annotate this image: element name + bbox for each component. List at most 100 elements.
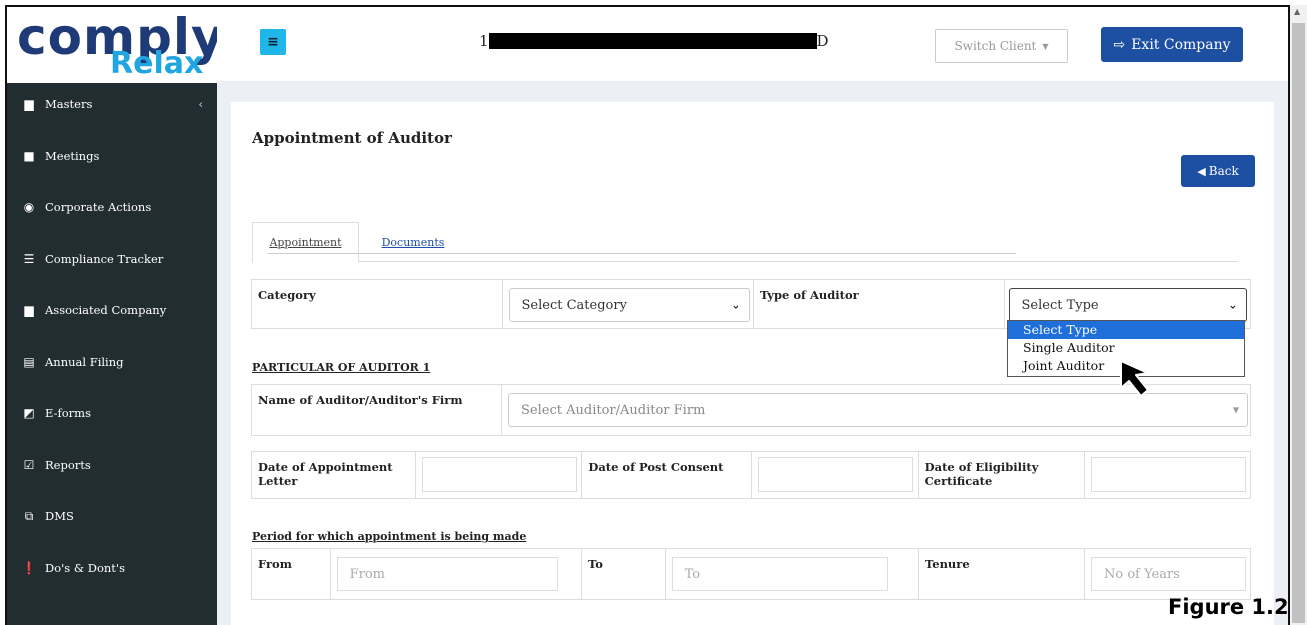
auditor-name-row: Name of Auditor/Auditor's Firm Select Au… — [251, 384, 1251, 436]
sidebar-item-meetings[interactable]: ■ Meetings — [7, 149, 217, 201]
sidebar-item-label: DMS — [45, 509, 74, 523]
date-appointment-input[interactable] — [422, 457, 578, 492]
figure-label: Figure 1.2 — [1168, 595, 1289, 619]
date-eligibility-label: Date of Eligibility Certificate — [917, 451, 1085, 499]
switch-client-label: Switch Client — [954, 39, 1037, 53]
exit-company-button[interactable]: ⇨ Exit Company — [1101, 27, 1243, 62]
period-row: From From To To Tenure No of Years — [251, 548, 1252, 600]
vertical-scrollbar[interactable]: ▲ — [1290, 5, 1307, 625]
exit-company-label: Exit Company — [1131, 36, 1231, 53]
building-icon: ▆ — [24, 97, 34, 111]
sidebar-item-label: Corporate Actions — [45, 200, 152, 214]
sidebar-item-e-forms[interactable]: ◩ E-forms — [7, 406, 217, 458]
date-consent-cell — [751, 451, 919, 499]
category-select-value: Select Category — [521, 297, 627, 313]
date-eligibility-input[interactable] — [1090, 457, 1246, 492]
date-consent-input[interactable] — [758, 457, 914, 492]
sidebar-item-label: Reports — [45, 457, 91, 472]
building-icon: ▆ — [24, 303, 34, 317]
client-name: 1 D — [479, 32, 829, 50]
to-placeholder: To — [684, 566, 701, 582]
sidebar-item-dos-donts[interactable]: ❗ Do's & Dont's — [7, 561, 217, 613]
checkbox-icon: ☑ — [23, 457, 35, 472]
arrow-left-circle-icon: ◀ — [1197, 164, 1206, 178]
tenure-input[interactable]: No of Years — [1091, 557, 1247, 591]
switch-client-dropdown[interactable]: Switch Client ▼ — [935, 29, 1068, 63]
chevron-down-icon: ⌄ — [1228, 298, 1238, 312]
type-of-auditor-select[interactable]: Select Type ⌄ — [1008, 288, 1247, 322]
to-input[interactable]: To — [671, 557, 888, 591]
tab-documents[interactable]: Documents — [378, 222, 448, 263]
category-label: Category — [251, 279, 503, 329]
sidebar-item-annual-filing[interactable]: ▤ Annual Filing — [7, 355, 217, 407]
tenure-cell: No of Years — [1084, 548, 1252, 600]
sidebar-item-label: Masters — [45, 97, 93, 111]
exclamation-icon: ❗ — [21, 560, 37, 575]
sidebar-item-masters[interactable]: ▆ Masters ‹ — [7, 97, 217, 149]
cursor-arrow-icon — [1120, 360, 1149, 397]
date-eligibility-cell — [1083, 451, 1251, 499]
type-select-value: Select Type — [1021, 297, 1099, 313]
sidebar-nav: ▆ Masters ‹ ■ Meetings ◉ Corporate Actio… — [7, 97, 217, 612]
dates-row: Date of Appointment Letter Date of Post … — [251, 451, 1251, 499]
top-bar: ≡ 1 D Switch Client ▼ ⇨ Exit Company — [217, 7, 1288, 81]
list-icon: ☰ — [23, 251, 35, 266]
date-consent-label: Date of Post Consent — [581, 451, 753, 499]
scroll-up-icon[interactable]: ▲ — [1294, 7, 1300, 16]
logo-sub: Relax — [110, 46, 204, 81]
target-icon: ◉ — [23, 200, 35, 214]
sidebar-item-compliance-tracker[interactable]: ☰ Compliance Tracker — [7, 252, 217, 304]
sidebar-item-label: Meetings — [45, 148, 100, 163]
sidebar-item-label: Annual Filing — [45, 354, 124, 369]
date-appointment-label: Date of Appointment Letter — [251, 451, 417, 499]
category-select-cell: Select Category ⌄ — [501, 279, 754, 329]
tenure-label: Tenure — [918, 548, 1086, 600]
sidebar-item-associated-company[interactable]: ▆ Associated Company — [7, 303, 217, 355]
from-cell: From — [329, 548, 583, 600]
tenure-placeholder: No of Years — [1104, 566, 1180, 582]
copy-icon: ⧉ — [24, 508, 34, 523]
logo[interactable]: comply Relax — [7, 7, 224, 83]
auditor-name-label: Name of Auditor/Auditor's Firm — [251, 384, 503, 436]
to-cell: To — [664, 548, 920, 600]
client-name-start: 1 — [479, 32, 489, 50]
scrollbar-thumb[interactable] — [1292, 23, 1305, 623]
sign-out-icon: ⇨ — [1113, 36, 1126, 53]
from-label: From — [251, 548, 331, 600]
sidebar-item-corporate-actions[interactable]: ◉ Corporate Actions — [7, 200, 217, 252]
sidebar-item-label: Compliance Tracker — [45, 251, 164, 266]
date-appointment-cell — [415, 451, 583, 499]
file-icon: ▤ — [23, 354, 35, 369]
edit-icon: ◩ — [23, 406, 35, 420]
sidebar-item-label: E-forms — [45, 406, 91, 420]
back-label: Back — [1208, 164, 1239, 178]
sidebar-item-dms[interactable]: ⧉ DMS — [7, 509, 217, 561]
back-button[interactable]: ◀ Back — [1181, 155, 1255, 187]
caret-down-icon: ▼ — [1042, 41, 1049, 51]
auditor-firm-placeholder: Select Auditor/Auditor Firm — [521, 402, 706, 418]
period-heading: Period for which appointment is being ma… — [252, 530, 527, 543]
redaction-bar — [488, 33, 817, 49]
sidebar-item-label: Do's & Dont's — [45, 560, 125, 575]
menu-toggle-button[interactable]: ≡ — [260, 29, 286, 55]
chevron-down-icon: ⌄ — [731, 298, 741, 312]
sidebar-item-label: Associated Company — [45, 303, 167, 317]
section-divider — [268, 253, 1016, 254]
sidebar: comply Relax ▆ Masters ‹ ■ Meetings ◉ Co… — [7, 7, 224, 625]
page-title: Appointment of Auditor — [252, 129, 452, 147]
tab-appointment[interactable]: Appointment — [252, 222, 359, 263]
briefcase-icon: ■ — [23, 148, 35, 163]
type-of-auditor-label: Type of Auditor — [753, 279, 1005, 329]
option-single-auditor[interactable]: Single Auditor — [1008, 339, 1244, 357]
app-window: comply Relax ▆ Masters ‹ ■ Meetings ◉ Co… — [5, 5, 1290, 625]
from-input[interactable]: From — [336, 557, 558, 591]
category-select[interactable]: Select Category ⌄ — [508, 288, 750, 322]
option-select-type[interactable]: Select Type — [1008, 321, 1244, 339]
caret-down-icon: ▼ — [1232, 405, 1240, 415]
client-name-end: D — [816, 32, 829, 50]
to-label: To — [581, 548, 666, 600]
particular-heading: PARTICULAR OF AUDITOR 1 — [252, 361, 431, 374]
sidebar-item-reports[interactable]: ☑ Reports — [7, 458, 217, 510]
hamburger-icon: ≡ — [267, 34, 279, 50]
chevron-left-icon: ‹ — [198, 97, 203, 111]
